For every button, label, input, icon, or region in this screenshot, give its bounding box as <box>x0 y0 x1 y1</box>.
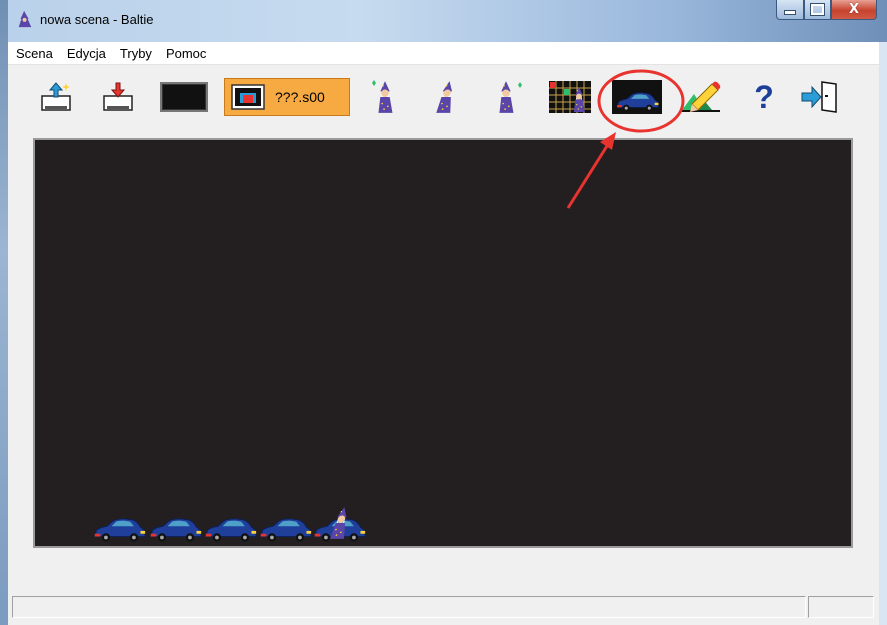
scene-car-2[interactable] <box>151 519 201 542</box>
menu-bar: Scena Edycja Tryby Pomoc <box>8 42 879 65</box>
wizard-disappear-button[interactable] <box>488 78 528 116</box>
scene-file-icon <box>231 84 265 110</box>
client-area: Scena Edycja Tryby Pomoc ???.s00 ? <box>8 42 887 625</box>
scene-objects <box>35 507 851 546</box>
wizard-walk-button[interactable] <box>426 78 466 116</box>
wizard-appear-icon <box>372 80 393 113</box>
black-screen-icon <box>160 82 208 112</box>
close-button[interactable]: X <box>831 0 877 20</box>
menu-pomoc[interactable]: Pomoc <box>160 46 212 61</box>
maximize-icon <box>810 3 825 16</box>
minimize-icon <box>784 10 796 15</box>
exit-button[interactable] <box>798 78 842 116</box>
scene-car-1[interactable] <box>95 519 145 542</box>
minimize-button[interactable] <box>776 0 804 20</box>
wizard-walk-icon <box>436 81 458 113</box>
status-bar <box>8 596 879 622</box>
menu-edycja[interactable]: Edycja <box>61 46 112 61</box>
app-window: nowa scena - Baltie X Scena Edycja Tryby… <box>8 0 887 625</box>
menu-tryby[interactable]: Tryby <box>114 46 158 61</box>
scene-canvas[interactable] <box>33 138 853 548</box>
desktop-edge <box>0 0 8 625</box>
pencil-icon <box>680 81 721 112</box>
status-pane-main <box>12 596 806 618</box>
toolbar: ???.s00 ? <box>8 64 879 134</box>
black-screen-button[interactable] <box>160 78 208 116</box>
window-title: nowa scena - Baltie <box>40 12 154 27</box>
help-button[interactable]: ? <box>746 78 782 116</box>
grid-wizard-icon <box>549 81 591 113</box>
baltie-app-icon <box>18 10 32 28</box>
scene-car-3[interactable] <box>206 519 256 542</box>
open-scene-button[interactable] <box>36 78 76 116</box>
scene-car-4[interactable] <box>261 519 311 542</box>
grid-view-button[interactable] <box>546 78 594 116</box>
car-tile <box>612 80 662 114</box>
wizard-appear-button[interactable] <box>363 78 403 116</box>
exit-door-icon <box>801 81 837 113</box>
status-pane-secondary <box>808 596 874 618</box>
window-controls: X <box>776 0 877 22</box>
scene-file-label: ???.s00 <box>275 89 325 105</box>
close-icon: X <box>848 2 860 17</box>
car-icon <box>614 90 660 114</box>
title-bar[interactable]: nowa scena - Baltie X <box>8 0 887 42</box>
car-item-button[interactable] <box>610 78 664 116</box>
save-scene-button[interactable] <box>98 78 138 116</box>
question-mark-icon: ? <box>754 78 774 115</box>
save-scene-icon <box>103 82 133 111</box>
scene-file-button[interactable]: ???.s00 <box>224 78 350 116</box>
wizard-disappear-icon <box>499 81 522 113</box>
draw-pencil-button[interactable] <box>676 78 724 116</box>
menu-scena[interactable]: Scena <box>10 46 59 61</box>
open-scene-icon <box>41 82 71 111</box>
maximize-button[interactable] <box>804 0 831 20</box>
